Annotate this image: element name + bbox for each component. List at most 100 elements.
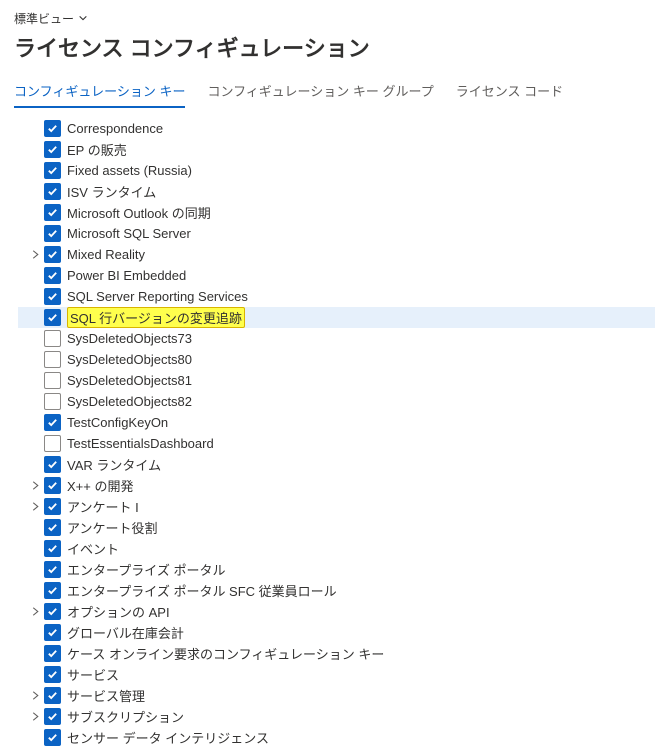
tree-row[interactable]: SQL 行バージョンの変更追跡: [18, 307, 655, 328]
tree-row[interactable]: グローバル在庫会計: [18, 622, 655, 643]
tree-row[interactable]: SysDeletedObjects82: [18, 391, 655, 412]
tree-item-label: SysDeletedObjects73: [67, 331, 192, 346]
view-selector-label: 標準ビュー: [14, 10, 74, 27]
tree-row[interactable]: SysDeletedObjects73: [18, 328, 655, 349]
tree-item-label: サービス: [67, 665, 119, 684]
tree-row[interactable]: SysDeletedObjects81: [18, 370, 655, 391]
tree-item-label: Power BI Embedded: [67, 268, 186, 283]
tree-row[interactable]: VAR ランタイム: [18, 454, 655, 475]
checkbox[interactable]: [44, 141, 61, 158]
checkbox[interactable]: [44, 309, 61, 326]
checkbox[interactable]: [44, 603, 61, 620]
tree-item-label: TestEssentialsDashboard: [67, 436, 214, 451]
tree-row[interactable]: サービス: [18, 664, 655, 685]
checkbox[interactable]: [44, 288, 61, 305]
checkbox[interactable]: [44, 351, 61, 368]
tree-item-label: SysDeletedObjects80: [67, 352, 192, 367]
tree-item-label: Mixed Reality: [67, 247, 145, 262]
chevron-down-icon: [78, 12, 88, 26]
checkbox[interactable]: [44, 414, 61, 431]
tree-item-label: SysDeletedObjects82: [67, 394, 192, 409]
tree-row[interactable]: Microsoft Outlook の同期: [18, 202, 655, 223]
tree-row[interactable]: Fixed assets (Russia): [18, 160, 655, 181]
tree-row[interactable]: Microsoft SQL Server: [18, 223, 655, 244]
checkbox[interactable]: [44, 183, 61, 200]
expand-caret-icon[interactable]: [28, 605, 42, 619]
tree-row[interactable]: イベント: [18, 538, 655, 559]
checkbox[interactable]: [44, 204, 61, 221]
checkbox[interactable]: [44, 624, 61, 641]
tree-item-label: イベント: [67, 539, 119, 558]
tree-item-label: X++ の開発: [67, 476, 133, 495]
checkbox[interactable]: [44, 162, 61, 179]
tree-row[interactable]: SysDeletedObjects80: [18, 349, 655, 370]
tree-item-label: SQL 行バージョンの変更追跡: [67, 307, 245, 328]
tree-row[interactable]: X++ の開発: [18, 475, 655, 496]
checkbox[interactable]: [44, 372, 61, 389]
expand-caret-icon[interactable]: [28, 689, 42, 703]
tree-item-label: Fixed assets (Russia): [67, 163, 192, 178]
tree-row[interactable]: TestEssentialsDashboard: [18, 433, 655, 454]
tree-row[interactable]: エンタープライズ ポータル: [18, 559, 655, 580]
tab-1[interactable]: コンフィギュレーション キー グループ: [207, 77, 433, 108]
tree-item-label: グローバル在庫会計: [67, 623, 184, 642]
tree-item-label: Correspondence: [67, 121, 163, 136]
tree-row[interactable]: アンケート役割: [18, 517, 655, 538]
checkbox[interactable]: [44, 435, 61, 452]
checkbox[interactable]: [44, 330, 61, 347]
tree-item-label: TestConfigKeyOn: [67, 415, 168, 430]
checkbox[interactable]: [44, 561, 61, 578]
tree-row[interactable]: Power BI Embedded: [18, 265, 655, 286]
config-key-tree: Correspondence EP の販売 Fixed assets (Russia…: [18, 118, 655, 748]
tree-item-label: センサー データ インテリジェンス: [67, 728, 269, 747]
tree-item-label: オプションの API: [67, 602, 170, 621]
tree-row[interactable]: センサー データ インテリジェンス: [18, 727, 655, 748]
tree-item-label: アンケート I: [67, 497, 139, 516]
page-title: ライセンス コンフィギュレーション: [14, 31, 655, 63]
tree-row[interactable]: ISV ランタイム: [18, 181, 655, 202]
tree-row[interactable]: サービス管理: [18, 685, 655, 706]
tab-0[interactable]: コンフィギュレーション キー: [14, 77, 185, 108]
tree-item-label: サービス管理: [67, 686, 145, 705]
tree-item-label: ケース オンライン要求のコンフィギュレーション キー: [67, 644, 384, 663]
checkbox[interactable]: [44, 729, 61, 746]
tree-row[interactable]: Mixed Reality: [18, 244, 655, 265]
checkbox[interactable]: [44, 519, 61, 536]
tree-item-label: エンタープライズ ポータル SFC 従業員ロール: [67, 581, 337, 600]
checkbox[interactable]: [44, 708, 61, 725]
tree-item-label: サブスクリプション: [67, 707, 184, 726]
checkbox[interactable]: [44, 645, 61, 662]
tree-item-label: EP の販売: [67, 140, 127, 159]
tree-row[interactable]: Correspondence: [18, 118, 655, 139]
tree-row[interactable]: アンケート I: [18, 496, 655, 517]
tab-2[interactable]: ライセンス コード: [456, 77, 563, 108]
expand-caret-icon[interactable]: [28, 248, 42, 262]
tree-row[interactable]: TestConfigKeyOn: [18, 412, 655, 433]
checkbox[interactable]: [44, 225, 61, 242]
checkbox[interactable]: [44, 687, 61, 704]
expand-caret-icon[interactable]: [28, 479, 42, 493]
checkbox[interactable]: [44, 456, 61, 473]
tree-row[interactable]: EP の販売: [18, 139, 655, 160]
checkbox[interactable]: [44, 393, 61, 410]
checkbox[interactable]: [44, 120, 61, 137]
expand-caret-icon[interactable]: [28, 500, 42, 514]
view-selector[interactable]: 標準ビュー: [14, 8, 88, 29]
checkbox[interactable]: [44, 267, 61, 284]
tree-row[interactable]: SQL Server Reporting Services: [18, 286, 655, 307]
expand-caret-icon[interactable]: [28, 710, 42, 724]
tree-item-label: アンケート役割: [67, 518, 157, 537]
checkbox[interactable]: [44, 666, 61, 683]
checkbox[interactable]: [44, 540, 61, 557]
tree-row[interactable]: ケース オンライン要求のコンフィギュレーション キー: [18, 643, 655, 664]
tree-item-label: Microsoft SQL Server: [67, 226, 191, 241]
tabs: コンフィギュレーション キーコンフィギュレーション キー グループライセンス コ…: [14, 77, 655, 108]
tree-row[interactable]: エンタープライズ ポータル SFC 従業員ロール: [18, 580, 655, 601]
checkbox[interactable]: [44, 477, 61, 494]
checkbox[interactable]: [44, 498, 61, 515]
checkbox[interactable]: [44, 246, 61, 263]
tree-item-label: SQL Server Reporting Services: [67, 289, 248, 304]
checkbox[interactable]: [44, 582, 61, 599]
tree-row[interactable]: オプションの API: [18, 601, 655, 622]
tree-row[interactable]: サブスクリプション: [18, 706, 655, 727]
